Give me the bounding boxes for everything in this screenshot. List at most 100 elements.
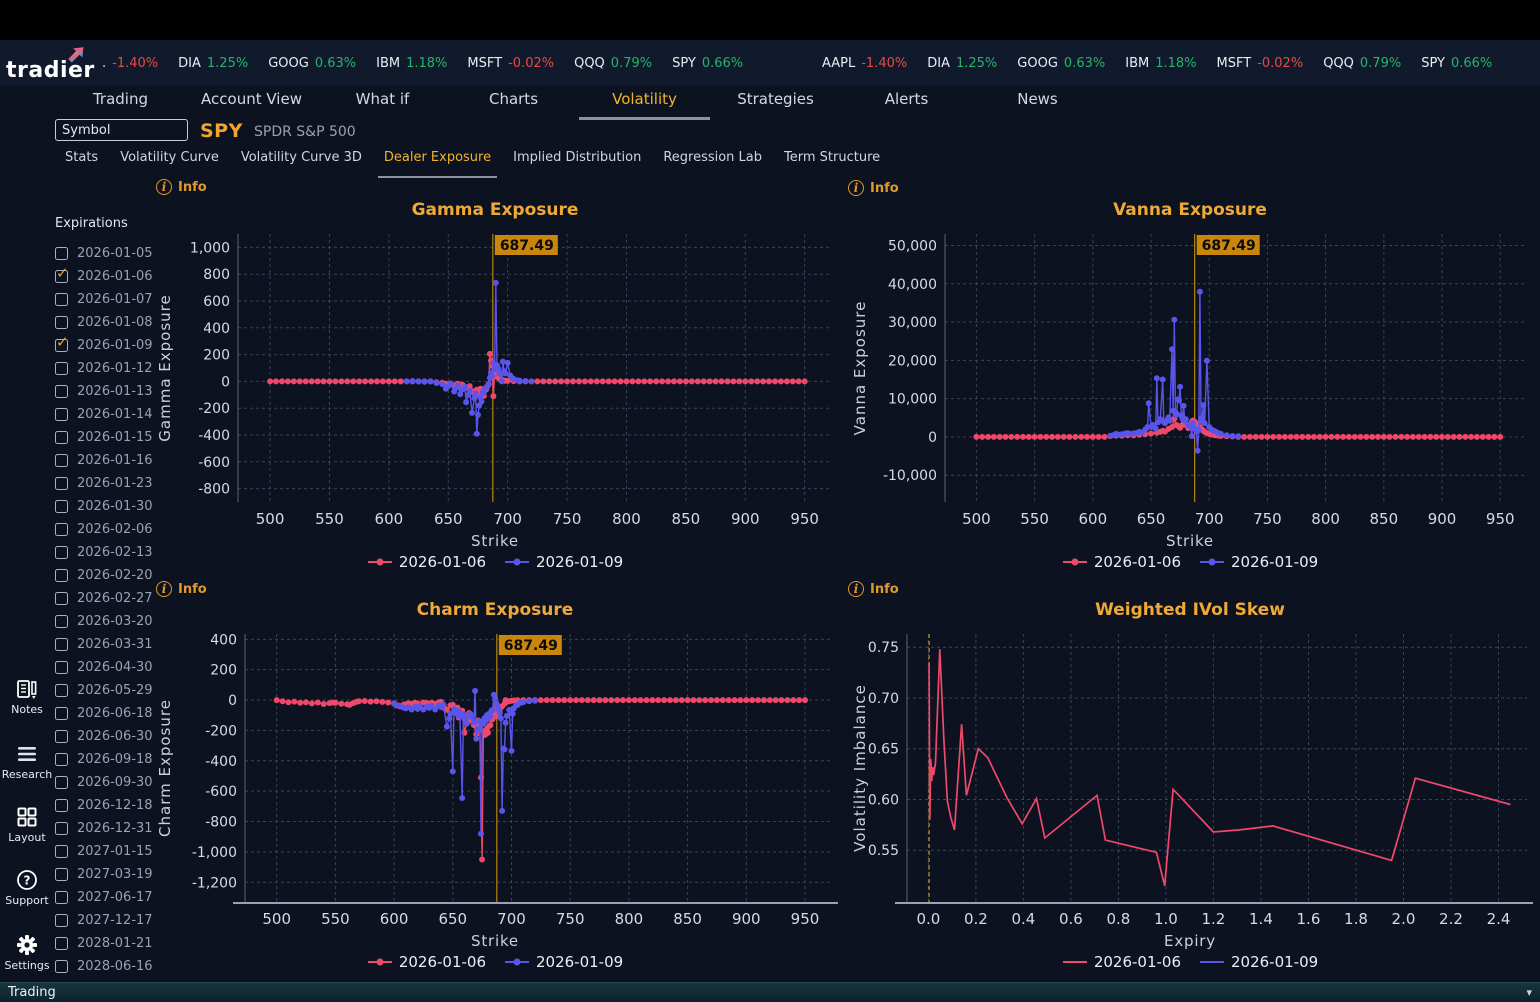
subtab-volatility-curve[interactable]: Volatility Curve <box>120 149 219 173</box>
expiration-checkbox[interactable] <box>55 546 68 559</box>
expiration-checkbox[interactable] <box>55 408 68 421</box>
legend-item-2026-01-09[interactable]: 2026-01-09 <box>504 953 623 971</box>
legend-item-2026-01-06[interactable]: 2026-01-06 <box>367 553 486 571</box>
legend-item-2026-01-06[interactable]: 2026-01-06 <box>367 953 486 971</box>
expiration-checkbox[interactable] <box>55 914 68 927</box>
weighted-ivol-skew-plot[interactable]: 0.55 0.60 0.65 0.70 0.75 0.0 0.2 0.4 0.6 0.8 1.0 1.… <box>845 626 1535 928</box>
nav-tab-trading[interactable]: Trading <box>55 86 186 118</box>
ticker-item-msft[interactable]: MSFT -0.02% <box>467 56 554 71</box>
expiration-checkbox[interactable] <box>55 822 68 835</box>
ticker-item-qqq[interactable]: QQQ 0.79% <box>1323 56 1401 71</box>
expiration-checkbox[interactable] <box>55 385 68 398</box>
expiration-checkbox[interactable] <box>55 661 68 674</box>
expiration-checkbox[interactable] <box>55 500 68 513</box>
subtab-regression-lab[interactable]: Regression Lab <box>663 149 762 173</box>
nav-tab-what-if[interactable]: What if <box>317 86 448 118</box>
expiration-checkbox[interactable] <box>55 776 68 789</box>
ticker-item-goog[interactable]: GOOG 0.63% <box>268 56 356 71</box>
expiration-checkbox[interactable] <box>55 316 68 329</box>
bottom-workspace-selector[interactable]: Trading ▾ <box>0 982 1540 1002</box>
svg-text:-400: -400 <box>205 754 237 770</box>
expiration-date-label: 2027-12-17 <box>77 913 153 928</box>
nav-tab-account-view[interactable]: Account View <box>186 86 317 118</box>
ticker-item-ibm[interactable]: IBM 1.18% <box>376 56 447 71</box>
expiration-checkbox[interactable] <box>55 431 68 444</box>
tradier-logo[interactable]: tradier <box>6 47 98 83</box>
charm-exposure-plot[interactable]: -1,200 -1,000 -800 -600 -400 -200 0 200 400 500 55… <box>150 626 840 928</box>
expiration-checkbox[interactable] <box>55 454 68 467</box>
legend-marker-icon <box>1062 558 1087 566</box>
subtab-dealer-exposure[interactable]: Dealer Exposure <box>377 149 498 178</box>
expiration-date-label: 2026-04-30 <box>77 660 153 675</box>
legend-item-2026-01-06[interactable]: 2026-01-06 <box>1062 953 1181 971</box>
svg-text:500: 500 <box>962 510 991 528</box>
gamma-exposure-title: Gamma Exposure <box>411 200 579 220</box>
ticker-item-spy[interactable]: SPY 0.66% <box>1421 56 1492 71</box>
workspace-caret-icon[interactable]: ▾ <box>1526 986 1532 999</box>
legend-item-2026-01-06[interactable]: 2026-01-06 <box>1062 553 1181 571</box>
series-2026-01-06 <box>267 350 808 400</box>
nav-tab-strategies[interactable]: Strategies <box>710 86 841 118</box>
svg-text:400: 400 <box>210 632 237 648</box>
ticker-item-aapl[interactable]: AAPL -1.40% <box>822 56 907 71</box>
expiration-checkbox[interactable]: ✓ <box>55 333 69 352</box>
expiration-checkbox[interactable] <box>55 868 68 881</box>
ticker-item-goog[interactable]: GOOG 0.63% <box>1017 56 1105 71</box>
nav-tab-volatility[interactable]: Volatility <box>579 86 710 120</box>
expiration-checkbox[interactable] <box>55 730 68 743</box>
expiration-checkbox[interactable] <box>55 592 68 605</box>
info-button-vanna[interactable]: i Info <box>848 180 899 196</box>
rail-notes-button[interactable]: Notes <box>0 678 54 716</box>
subtab-term-structure[interactable]: Term Structure <box>784 149 880 173</box>
gridlines <box>238 234 832 502</box>
expiration-checkbox[interactable] <box>55 569 68 582</box>
series-2026-01-09 <box>403 279 535 437</box>
expiration-checkbox[interactable] <box>55 523 68 536</box>
expiration-checkbox[interactable] <box>55 477 68 490</box>
rail-notes-label: Notes <box>11 703 43 716</box>
nav-tab-news[interactable]: News <box>972 86 1103 118</box>
rail-layout-button[interactable]: Layout <box>0 806 54 844</box>
ticker-item-msft[interactable]: MSFT -0.02% <box>1217 56 1304 71</box>
svg-text:2.0: 2.0 <box>1392 910 1416 928</box>
ticker-item-qqq[interactable]: QQQ 0.79% <box>574 56 652 71</box>
nav-tab-charts[interactable]: Charts <box>448 86 579 118</box>
expiration-checkbox[interactable] <box>55 707 68 720</box>
expiration-checkbox[interactable] <box>55 615 68 628</box>
expiration-checkbox[interactable]: ✓ <box>55 264 69 283</box>
ticker-item--[interactable]: . -1.40% <box>102 56 158 71</box>
legend-item-2026-01-09[interactable]: 2026-01-09 <box>1199 953 1318 971</box>
ticker-item-dia[interactable]: DIA 1.25% <box>927 56 997 71</box>
nav-tab-alerts[interactable]: Alerts <box>841 86 972 118</box>
expiration-date-label: 2026-02-13 <box>77 545 153 560</box>
ticker-item-ibm[interactable]: IBM 1.18% <box>1125 56 1196 71</box>
subtab-implied-distribution[interactable]: Implied Distribution <box>513 149 641 173</box>
expiration-checkbox[interactable] <box>55 638 68 651</box>
expiration-checkbox[interactable] <box>55 362 68 375</box>
rail-settings-button[interactable]: Settings <box>0 934 54 972</box>
symbol-input[interactable] <box>55 119 188 141</box>
subtab-volatility-curve-3d[interactable]: Volatility Curve 3D <box>241 149 362 173</box>
expiration-checkbox[interactable] <box>55 937 68 950</box>
legend-item-2026-01-09[interactable]: 2026-01-09 <box>504 553 623 571</box>
expiration-checkbox[interactable] <box>55 960 68 973</box>
rail-research-button[interactable]: Research <box>0 743 54 781</box>
rail-support-button[interactable]: ? Support <box>0 869 54 907</box>
expiration-checkbox[interactable] <box>55 684 68 697</box>
svg-text:-600: -600 <box>205 784 237 800</box>
ticker-change: -1.40% <box>861 55 908 71</box>
ticker-item-spy[interactable]: SPY 0.66% <box>672 56 743 71</box>
expiration-checkbox[interactable] <box>55 247 68 260</box>
gamma-exposure-plot[interactable]: -800 -600 -400 -200 0 200 400 600 800 1,000 500 550… <box>150 226 840 528</box>
info-label: Info <box>870 180 899 196</box>
expiration-checkbox[interactable] <box>55 753 68 766</box>
vanna-exposure-plot[interactable]: -10,000 0 10,000 20,000 30,000 40,000 50,000 50… <box>845 226 1535 528</box>
expiration-checkbox[interactable] <box>55 799 68 812</box>
ticker-item-dia[interactable]: DIA 1.25% <box>178 56 248 71</box>
info-button-gamma[interactable]: i Info <box>156 179 207 195</box>
subtab-stats[interactable]: Stats <box>65 149 98 173</box>
expiration-checkbox[interactable] <box>55 891 68 904</box>
expiration-checkbox[interactable] <box>55 845 68 858</box>
legend-item-2026-01-09[interactable]: 2026-01-09 <box>1199 553 1318 571</box>
expiration-checkbox[interactable] <box>55 293 68 306</box>
